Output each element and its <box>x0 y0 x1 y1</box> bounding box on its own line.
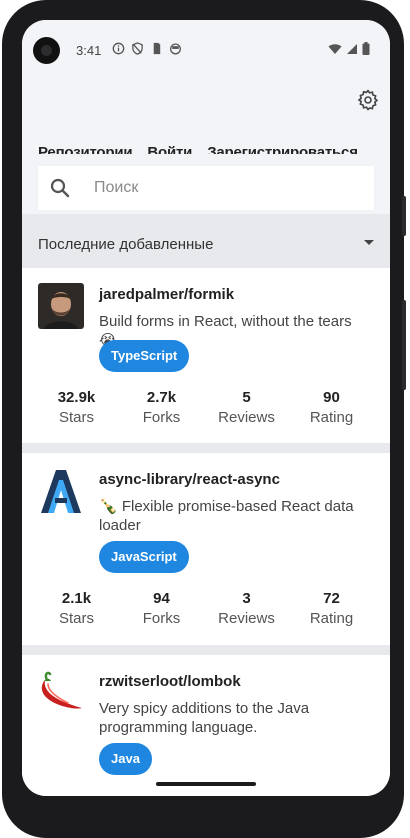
person-photo-icon <box>38 283 84 329</box>
info-icon <box>112 42 125 55</box>
language-badge[interactable]: Java <box>99 743 152 775</box>
stat-label: Rating <box>309 409 354 426</box>
stat-value: 3 <box>242 590 251 607</box>
search-area <box>22 154 390 214</box>
letter-a-logo-icon <box>41 470 81 513</box>
repository-card[interactable]: jaredpalmer/formik Build forms in React,… <box>22 268 390 443</box>
search-input[interactable] <box>94 174 354 202</box>
repo-description: 🍾 Flexible promise-based React data load… <box>99 498 354 534</box>
repo-name[interactable]: jaredpalmer/formik <box>99 286 234 303</box>
repo-stats: 2.1k Stars 94 Forks 3 Reviews 72 Rating <box>22 589 390 629</box>
stat-value: 90 <box>323 389 340 406</box>
stat-rating: 90 Rating <box>289 388 374 428</box>
repo-avatar-chili-pepper-logo <box>38 670 84 716</box>
list-separator <box>22 645 390 655</box>
app-screen: 3:41 Репозитории Войти Зарегистрироватьс… <box>22 20 390 796</box>
repository-list: jaredpalmer/formik Build forms in React,… <box>22 268 390 796</box>
language-badge[interactable]: TypeScript <box>99 340 190 372</box>
search-icon <box>50 178 70 198</box>
list-separator <box>22 443 390 453</box>
volume-button <box>402 196 406 236</box>
repository-card[interactable]: async-library/react-async 🍾 Flexible pro… <box>22 453 390 645</box>
stat-label: Forks <box>142 409 181 426</box>
language-badge[interactable]: JavaScript <box>99 541 189 573</box>
stat-value: 5 <box>242 389 251 406</box>
repo-avatar-letter-a-logo <box>38 468 84 514</box>
stat-stars: 2.1k Stars <box>34 589 119 629</box>
stat-forks: 2.7k Forks <box>119 388 204 428</box>
chili-pepper-icon <box>38 670 84 716</box>
stat-reviews: 3 Reviews <box>204 589 289 629</box>
stat-label: Reviews <box>218 610 275 627</box>
shield-icon <box>132 42 143 55</box>
home-indicator[interactable] <box>156 782 256 786</box>
status-right-icons <box>328 42 370 55</box>
settings-gear-icon[interactable] <box>356 88 380 112</box>
stat-value: 32.9k <box>57 389 96 406</box>
power-button <box>402 300 406 390</box>
stat-label: Stars <box>58 409 94 426</box>
wifi-icon <box>328 43 342 54</box>
battery-icon <box>362 42 370 55</box>
status-time: 3:41 <box>76 43 102 58</box>
stat-value: 2.7k <box>146 389 177 406</box>
repo-name[interactable]: rzwitserloot/lombok <box>99 673 241 690</box>
status-left-icons <box>112 42 182 55</box>
stat-label: Reviews <box>218 409 275 426</box>
status-bar: 3:41 <box>22 20 390 82</box>
repo-avatar-person-photo <box>38 283 84 329</box>
phone-frame: 3:41 Репозитории Войти Зарегистрироватьс… <box>2 0 406 838</box>
android-icon <box>170 43 181 55</box>
repository-card[interactable]: rzwitserloot/lombok Very spicy additions… <box>22 655 390 796</box>
signal-icon <box>347 43 357 54</box>
sim-icon <box>153 42 161 55</box>
sort-selected-label: Последние добавленные <box>38 236 214 253</box>
search-box[interactable] <box>38 166 374 210</box>
repo-stats: 32.9k Stars 2.7k Forks 5 Reviews 90 Rati… <box>22 388 390 428</box>
repo-description: Very spicy additions to the Java program… <box>99 700 310 736</box>
stat-value: 72 <box>323 590 340 607</box>
stat-label: Stars <box>58 610 94 627</box>
stat-label: Forks <box>142 610 181 627</box>
stat-label: Rating <box>309 610 354 627</box>
stat-reviews: 5 Reviews <box>204 388 289 428</box>
repo-name[interactable]: async-library/react-async <box>99 471 280 488</box>
stat-rating: 72 Rating <box>289 589 374 629</box>
stat-forks: 94 Forks <box>119 589 204 629</box>
dropdown-caret-icon <box>364 240 374 245</box>
stat-stars: 32.9k Stars <box>34 388 119 428</box>
front-camera <box>33 37 60 64</box>
stat-value: 2.1k <box>61 590 92 607</box>
sort-select[interactable]: Последние добавленные <box>22 214 390 268</box>
stat-value: 94 <box>153 590 170 607</box>
